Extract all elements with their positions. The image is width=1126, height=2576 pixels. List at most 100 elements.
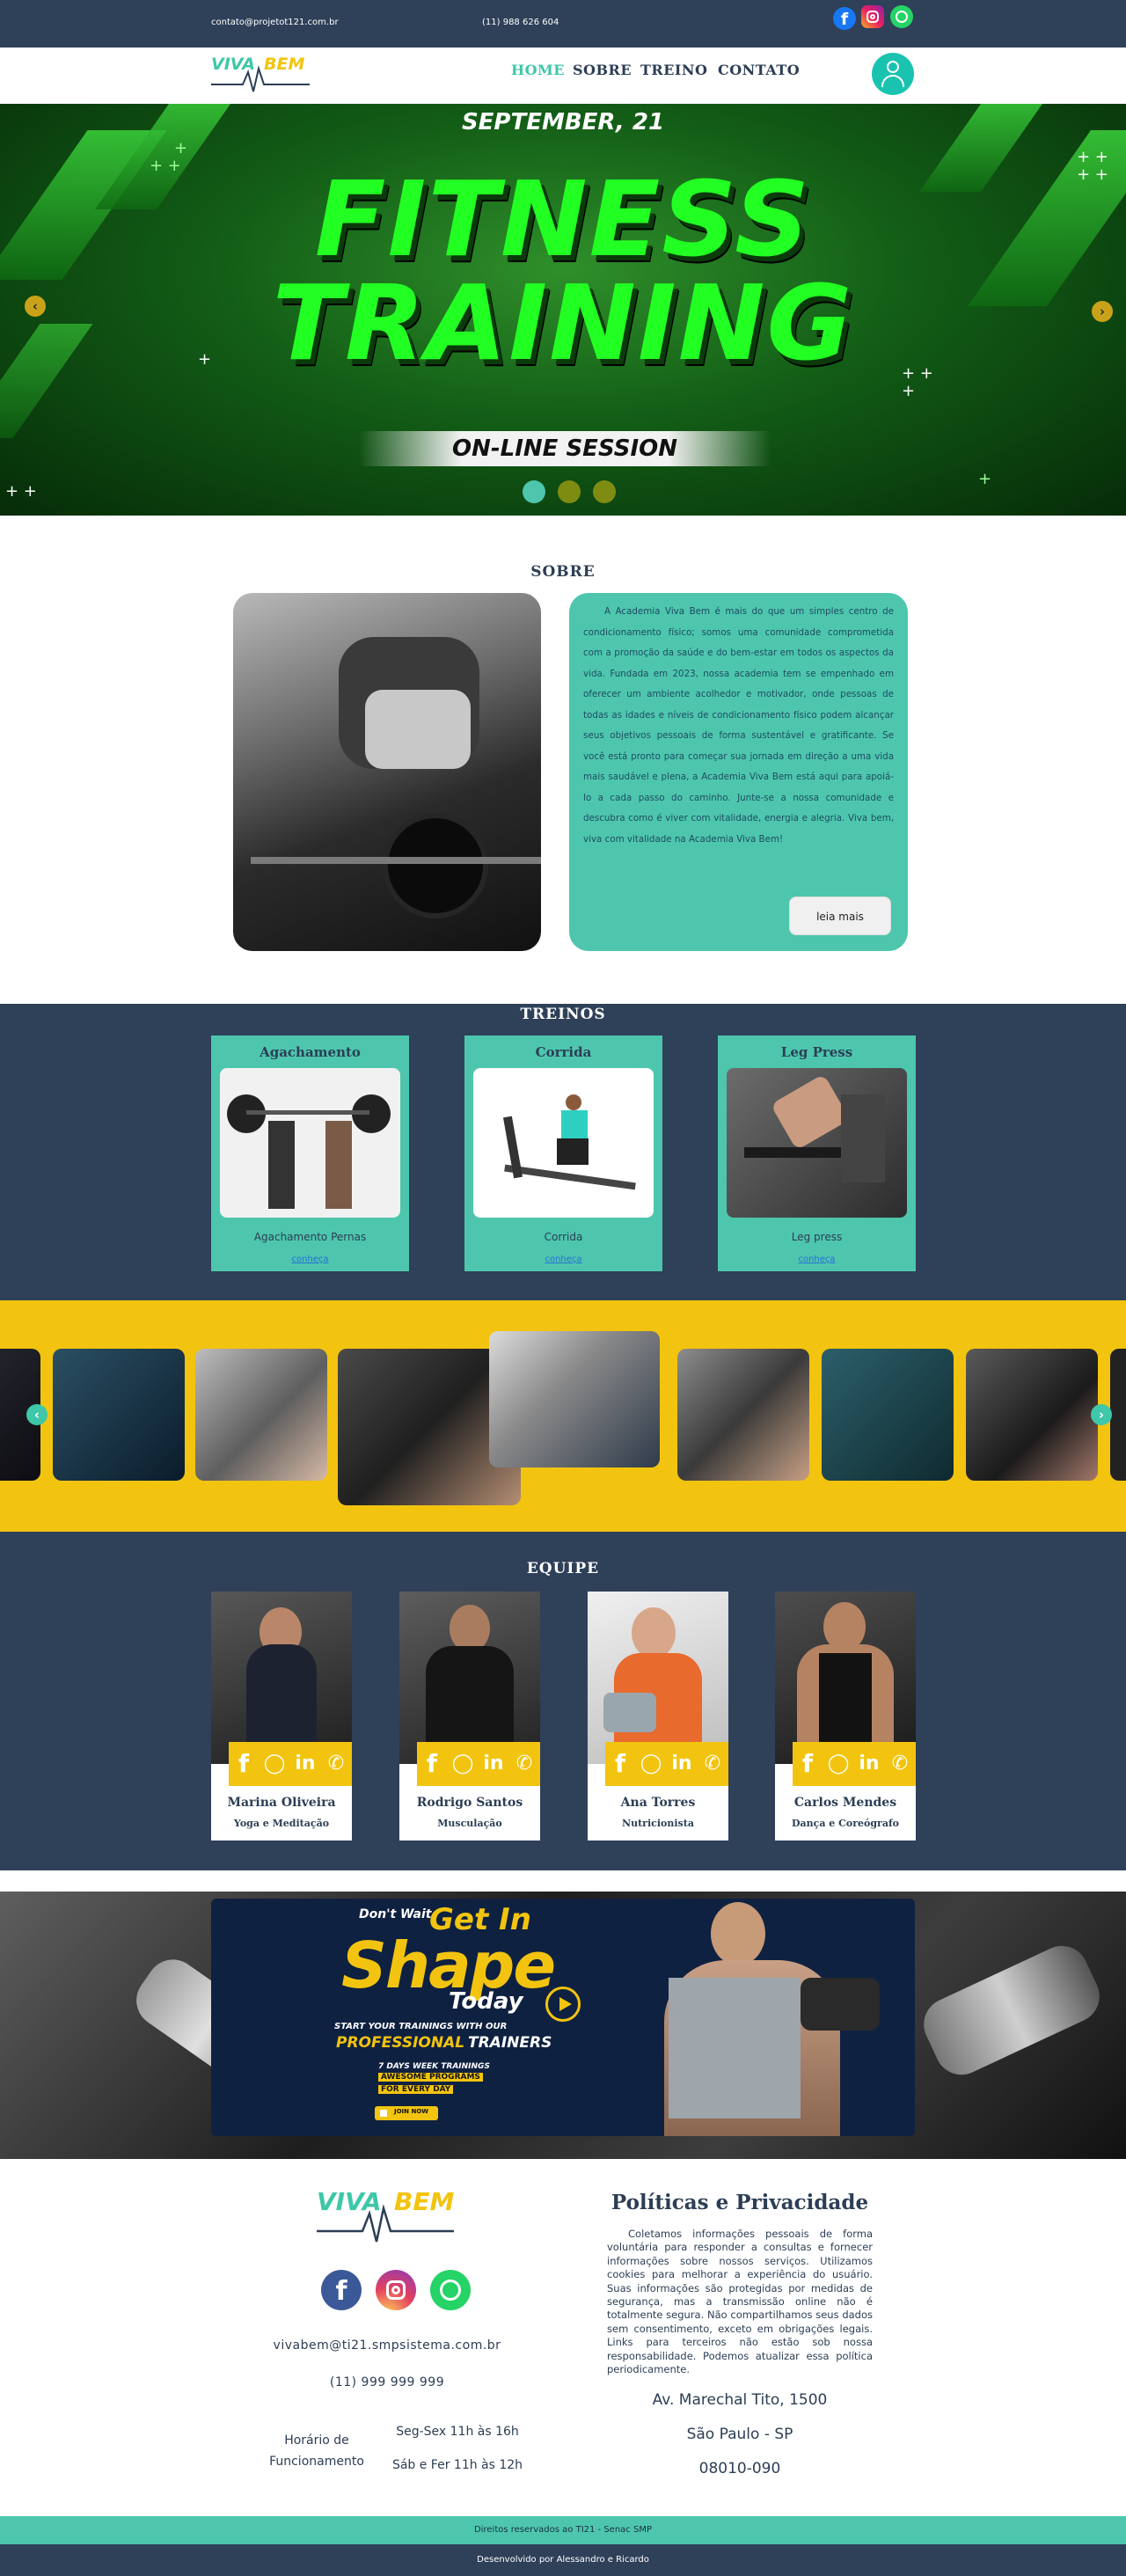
whatsapp-icon[interactable]: ✆ bbox=[698, 1747, 728, 1781]
facebook-icon[interactable]: f bbox=[417, 1747, 447, 1781]
footer-logo[interactable]: VIVA BEM bbox=[317, 2187, 454, 2245]
promo-join-label: JOIN NOW bbox=[394, 2108, 428, 2115]
sobre-text: A Academia Viva Bem é mais do que um sim… bbox=[583, 606, 894, 845]
play-icon[interactable] bbox=[545, 1987, 581, 2022]
gallery-next-arrow[interactable]: › bbox=[1091, 1404, 1112, 1425]
hero-dot-3[interactable] bbox=[593, 480, 616, 503]
treino-card-desc: Corrida bbox=[544, 1231, 583, 1243]
instagram-icon[interactable]: ◯ bbox=[823, 1747, 853, 1781]
instagram-icon[interactable]: ◯ bbox=[636, 1747, 666, 1781]
treino-card-link[interactable]: conheça bbox=[464, 1255, 662, 1264]
hero-session-banner: ON-LINE SESSION bbox=[359, 431, 771, 466]
team-card: f ◯ in ✆ Carlos Mendes Dança e Coreógraf… bbox=[775, 1592, 916, 1841]
linkedin-icon[interactable]: in bbox=[290, 1747, 320, 1781]
trainer-photo bbox=[607, 1899, 915, 2136]
team-social-bar: f ◯ in ✆ bbox=[605, 1742, 728, 1786]
team-photo bbox=[211, 1592, 352, 1764]
contact-email[interactable]: contato@projetot121.com.br bbox=[211, 18, 339, 27]
linkedin-icon[interactable]: in bbox=[479, 1747, 508, 1781]
whatsapp-icon[interactable] bbox=[890, 5, 913, 28]
promo-dont-wait: Don't Wait bbox=[359, 1907, 432, 1921]
footer-phone[interactable]: (11) 999 999 999 bbox=[246, 2375, 528, 2389]
promo-join-dot bbox=[380, 2110, 387, 2117]
treino-card-leg-press[interactable]: Leg Press Leg press conheça bbox=[718, 1036, 916, 1271]
facebook-icon[interactable]: f bbox=[833, 7, 856, 30]
nav-home[interactable]: HOME bbox=[511, 62, 565, 78]
facebook-icon[interactable]: f bbox=[605, 1747, 635, 1781]
nav-contato[interactable]: CONTATO bbox=[718, 62, 800, 78]
gallery-prev-arrow[interactable]: ‹ bbox=[26, 1404, 48, 1425]
gallery-image[interactable] bbox=[1110, 1349, 1126, 1481]
promo-banner[interactable]: Don't Wait Get In Shape Today START YOUR… bbox=[211, 1899, 915, 2136]
treino-card-desc: Agachamento Pernas bbox=[253, 1231, 367, 1243]
nav-sobre[interactable]: SOBRE bbox=[573, 62, 632, 78]
promo-awesome: AWESOME PROGRAMS bbox=[378, 2073, 483, 2082]
instagram-icon[interactable] bbox=[861, 5, 884, 28]
footer-email[interactable]: vivabem@ti21.smpsistema.com.br bbox=[246, 2338, 528, 2353]
team-social-bar: f ◯ in ✆ bbox=[417, 1742, 540, 1786]
team-photo bbox=[588, 1592, 728, 1764]
whatsapp-icon[interactable] bbox=[430, 2270, 471, 2310]
facebook-icon[interactable]: f bbox=[321, 2270, 362, 2310]
team-member-name: Carlos Mendes bbox=[793, 1796, 897, 1810]
gallery-image[interactable] bbox=[195, 1349, 327, 1481]
treino-card-title: Agachamento bbox=[260, 1044, 361, 1060]
top-contact-bar: contato@projetot121.com.br (11) 988 626 … bbox=[0, 0, 1126, 48]
gallery-image[interactable] bbox=[966, 1349, 1098, 1481]
gallery-image[interactable] bbox=[822, 1349, 954, 1481]
gallery-image-active[interactable] bbox=[489, 1331, 660, 1467]
treinos-title: TREINOS bbox=[520, 1006, 606, 1023]
footer-dev-bar: Desenvolvido por Alessandro e Ricardo bbox=[0, 2544, 1126, 2576]
gallery-image[interactable] bbox=[677, 1349, 809, 1481]
decor-plus: + + bbox=[5, 482, 37, 501]
treino-card-title: Leg Press bbox=[780, 1044, 853, 1060]
hours-label-line-1: Horário de bbox=[284, 2433, 349, 2448]
treino-card-title: Corrida bbox=[535, 1044, 592, 1060]
gallery-carousel[interactable]: ‹ › bbox=[0, 1300, 1126, 1532]
leia-mais-button[interactable]: leia mais bbox=[789, 896, 891, 935]
team-member-role: Dança e Coreógrafo bbox=[791, 1818, 900, 1829]
instagram-icon[interactable]: ◯ bbox=[260, 1747, 289, 1781]
team-member-name: Ana Torres bbox=[620, 1796, 696, 1810]
address-line-2: São Paulo - SP bbox=[686, 2426, 793, 2443]
footer-hours-2: Sáb e Fer 11h às 12h bbox=[391, 2458, 523, 2472]
heartbeat-line-icon bbox=[317, 2205, 454, 2243]
dumbbell-decor bbox=[915, 1936, 1108, 2084]
user-icon[interactable] bbox=[872, 53, 914, 95]
treino-card-agachamento[interactable]: Agachamento Agachamento Pernas conheça bbox=[211, 1036, 409, 1271]
hero-title-training: TRAINING bbox=[272, 262, 854, 384]
instagram-icon[interactable]: ◯ bbox=[448, 1747, 478, 1781]
linkedin-icon[interactable]: in bbox=[667, 1747, 697, 1781]
footer-hours-1: Seg-Sex 11h às 16h bbox=[396, 2425, 519, 2439]
hero-next-arrow[interactable]: › bbox=[1092, 301, 1113, 322]
promo-today: Today bbox=[449, 1988, 523, 2015]
nav-treino[interactable]: TREINO bbox=[640, 62, 707, 78]
team-social-bar: f ◯ in ✆ bbox=[229, 1742, 352, 1786]
treino-card-link[interactable]: conheça bbox=[718, 1255, 916, 1264]
whatsapp-icon[interactable]: ✆ bbox=[509, 1747, 539, 1781]
facebook-icon[interactable]: f bbox=[793, 1747, 823, 1781]
decor-plus: + bbox=[978, 470, 992, 488]
treinos-section: TREINOS Agachamento Agachamento Pernas c… bbox=[0, 1004, 1126, 1300]
treino-card-link[interactable]: conheça bbox=[211, 1255, 409, 1264]
viva-bem-logo[interactable]: VIVA BEM bbox=[211, 53, 310, 95]
instagram-icon[interactable] bbox=[376, 2270, 416, 2310]
linkedin-icon[interactable]: in bbox=[854, 1747, 884, 1781]
decor-plus: + bbox=[174, 139, 188, 157]
leg-press-image bbox=[727, 1068, 907, 1218]
facebook-icon[interactable]: f bbox=[229, 1747, 259, 1781]
corrida-image bbox=[473, 1068, 654, 1218]
agachamento-image bbox=[220, 1068, 400, 1218]
hero-dot-2[interactable] bbox=[558, 480, 581, 503]
hero-prev-arrow[interactable]: ‹ bbox=[25, 296, 46, 317]
whatsapp-icon[interactable]: ✆ bbox=[321, 1747, 351, 1781]
hero-dot-1[interactable] bbox=[523, 480, 545, 503]
hero-carousel[interactable]: + + + + + + + + + + + + + + SEPTEMBER, 2… bbox=[0, 104, 1126, 516]
contact-phone[interactable]: (11) 988 626 604 bbox=[482, 18, 559, 27]
treino-card-corrida[interactable]: Corrida Corrida conheça bbox=[464, 1036, 662, 1271]
promo-join-button[interactable]: JOIN NOW bbox=[375, 2106, 438, 2120]
team-member-role: Musculação bbox=[437, 1818, 502, 1829]
heartbeat-line-icon bbox=[211, 65, 310, 92]
whatsapp-icon[interactable]: ✆ bbox=[885, 1747, 915, 1781]
gallery-image[interactable] bbox=[53, 1349, 185, 1481]
